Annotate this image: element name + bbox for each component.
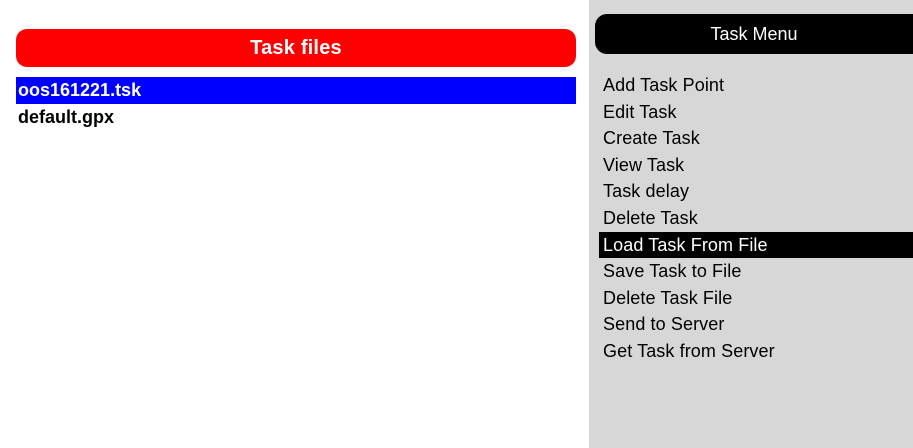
menu-item-create-task[interactable]: Create Task [601, 125, 913, 152]
task-file-list: oos161221.tsk default.gpx [16, 77, 576, 131]
task-menu-list: Add Task Point Edit Task Create Task Vie… [599, 72, 913, 365]
task-menu-panel: Task Menu Add Task Point Edit Task Creat… [589, 0, 913, 448]
file-item-default[interactable]: default.gpx [16, 104, 576, 131]
menu-item-load-task-from-file[interactable]: Load Task From File [599, 231, 913, 259]
task-files-panel: Task files oos161221.tsk default.gpx [16, 29, 576, 131]
menu-item-send-to-server[interactable]: Send to Server [601, 311, 913, 338]
menu-item-get-task-from-server[interactable]: Get Task from Server [601, 338, 913, 365]
file-item-label: oos161221.tsk [18, 80, 142, 100]
task-files-title: Task files [16, 29, 576, 67]
task-menu-title: Task Menu [595, 14, 913, 54]
menu-item-delete-task[interactable]: Delete Task [601, 205, 913, 232]
menu-item-edit-task[interactable]: Edit Task [601, 99, 913, 126]
file-item-label: default.gpx [18, 107, 115, 127]
menu-item-delete-task-file[interactable]: Delete Task File [601, 285, 913, 312]
menu-item-view-task[interactable]: View Task [601, 152, 913, 179]
menu-item-task-delay[interactable]: Task delay [601, 178, 913, 205]
menu-item-add-task-point[interactable]: Add Task Point [601, 72, 913, 99]
menu-item-save-task-to-file[interactable]: Save Task to File [601, 258, 913, 285]
task-file-screen: Task files oos161221.tsk default.gpx Tas… [0, 0, 913, 448]
file-item-oos161221[interactable]: oos161221.tsk [16, 77, 576, 104]
